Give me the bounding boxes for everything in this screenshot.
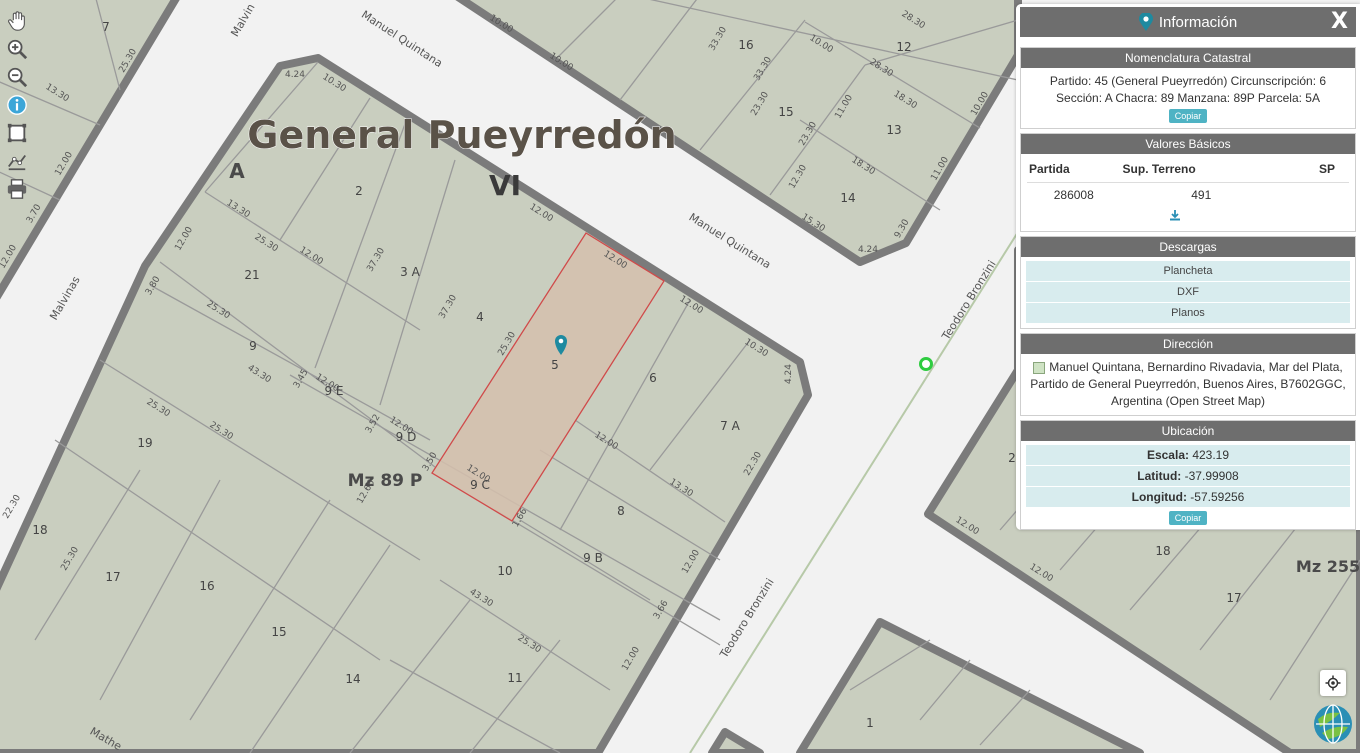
parcel-number: 9 bbox=[249, 339, 257, 353]
parcel-number: 19 bbox=[137, 436, 152, 450]
panel-header: Información X bbox=[1020, 7, 1356, 37]
zoom-out-icon[interactable] bbox=[4, 64, 30, 90]
map-thumbnail-icon bbox=[1033, 361, 1046, 374]
parcel-number: 5 bbox=[551, 358, 559, 372]
dimension-label: 4.24 bbox=[858, 245, 878, 255]
parcel-number: 2 bbox=[1008, 451, 1016, 465]
direccion-section: Dirección Manuel Quintana, Bernardino Ri… bbox=[1020, 333, 1356, 416]
info-panel: Información X Nomenclatura Catastral Par… bbox=[1016, 4, 1360, 530]
latitud-row: Latitud: -37.99908 bbox=[1026, 466, 1350, 487]
dimension-label: 4.24 bbox=[285, 70, 305, 80]
descargas-section: Descargas Plancheta DXF Planos bbox=[1020, 236, 1356, 329]
parcel-number: 8 bbox=[617, 504, 625, 518]
parcel-number: 21 bbox=[244, 268, 259, 282]
longitud-value: -57.59256 bbox=[1190, 490, 1245, 504]
copy-nomenclatura-button[interactable]: Copiar bbox=[1168, 109, 1208, 123]
city-name-label: General Pueyrredón bbox=[247, 113, 677, 157]
download-icon[interactable] bbox=[1121, 204, 1282, 226]
section-heading: Descargas bbox=[1021, 237, 1355, 257]
parcel-number: 1 bbox=[866, 716, 874, 730]
sp-value bbox=[1282, 183, 1349, 205]
parcel-number: 14 bbox=[345, 672, 360, 686]
parcel-number: 15 bbox=[271, 625, 286, 639]
print-icon[interactable] bbox=[4, 176, 30, 202]
download-plancheta-link[interactable]: Plancheta bbox=[1026, 261, 1350, 282]
zoom-in-icon[interactable] bbox=[4, 36, 30, 62]
latitud-value: -37.99908 bbox=[1184, 469, 1239, 483]
column-header-sp: SP bbox=[1281, 159, 1349, 183]
valores-table: Partida Sup. Terreno SP 286008 491 bbox=[1027, 159, 1349, 226]
copy-ubicacion-button[interactable]: Copiar bbox=[1168, 511, 1208, 525]
parcel-number: 7 bbox=[102, 20, 110, 34]
section-heading: Nomenclatura Catastral bbox=[1021, 48, 1355, 68]
parcel-number: 13 bbox=[886, 123, 901, 137]
parcel-number: 14 bbox=[840, 191, 855, 205]
parcel-number: 10 bbox=[497, 564, 512, 578]
column-header-partida: Partida bbox=[1027, 159, 1121, 183]
section-label: A bbox=[229, 159, 245, 183]
crosshair-icon bbox=[1325, 675, 1341, 691]
location-pin-icon bbox=[1138, 13, 1153, 31]
table-row bbox=[1027, 204, 1349, 226]
panel-title: Información bbox=[1158, 13, 1238, 31]
nomenclatura-text: Partido: 45 (General Pueyrredón) Circuns… bbox=[1049, 74, 1327, 105]
escala-label: Escala: bbox=[1146, 448, 1189, 462]
parcel-number: 12 bbox=[896, 40, 911, 54]
longitud-label: Longitud: bbox=[1131, 490, 1187, 504]
parcel-number: 18 bbox=[32, 523, 47, 537]
sup-value: 491 bbox=[1191, 188, 1212, 202]
nomenclatura-section: Nomenclatura Catastral Partido: 45 (Gene… bbox=[1020, 47, 1356, 129]
map-toolbar bbox=[4, 8, 30, 202]
parcel-number: 15 bbox=[778, 105, 793, 119]
column-header-sup: Sup. Terreno bbox=[1120, 159, 1282, 183]
parcel-number: 16 bbox=[199, 579, 214, 593]
locate-button[interactable] bbox=[1320, 670, 1346, 696]
section-heading: Ubicación bbox=[1021, 421, 1355, 441]
dimension-label: 4.24 bbox=[784, 364, 794, 384]
circ-label: VI bbox=[489, 169, 521, 202]
parcel-number: 3 A bbox=[400, 265, 420, 279]
parcel-number: 16 bbox=[738, 38, 753, 52]
download-planos-link[interactable]: Planos bbox=[1026, 303, 1350, 324]
download-dxf-link[interactable]: DXF bbox=[1026, 282, 1350, 303]
escala-value: 423.19 bbox=[1192, 448, 1230, 462]
parcel-number: 11 bbox=[507, 671, 522, 685]
longitud-row: Longitud: -57.59256 bbox=[1026, 487, 1350, 508]
close-button[interactable]: X bbox=[1331, 9, 1348, 34]
ubicacion-section: Ubicación Escala: 423.19 Latitud: -37.99… bbox=[1020, 420, 1356, 530]
parcel-number: 9 B bbox=[583, 551, 603, 565]
parcel-number: 2 bbox=[355, 184, 363, 198]
partida-value: 286008 bbox=[1053, 188, 1094, 202]
parcel-number: 6 bbox=[649, 371, 657, 385]
escala-row: Escala: 423.19 bbox=[1026, 445, 1350, 466]
table-row: 286008 491 bbox=[1027, 183, 1349, 205]
green-location-marker bbox=[919, 357, 933, 371]
section-heading: Valores Básicos bbox=[1021, 134, 1355, 154]
direccion-text: Manuel Quintana, Bernardino Rivadavia, M… bbox=[1030, 360, 1346, 408]
parcel-number: 17 bbox=[1226, 591, 1241, 605]
manzana-label: Mz 89 P bbox=[348, 471, 423, 491]
globe-logo-icon bbox=[1314, 704, 1352, 744]
parcel-number: 18 bbox=[1155, 544, 1170, 558]
valores-section: Valores Básicos Partida Sup. Terreno SP … bbox=[1020, 133, 1356, 232]
select-box-icon[interactable] bbox=[4, 120, 30, 146]
info-icon[interactable] bbox=[4, 92, 30, 118]
section-heading: Dirección bbox=[1021, 334, 1355, 354]
measure-icon[interactable] bbox=[4, 148, 30, 174]
manzana-255-label: Mz 255 bbox=[1296, 557, 1360, 576]
direccion-body: Manuel Quintana, Bernardino Rivadavia, M… bbox=[1021, 354, 1355, 415]
parcel-number: 17 bbox=[105, 570, 120, 584]
pan-hand-icon[interactable] bbox=[4, 8, 30, 34]
parcel-number: 7 A bbox=[720, 419, 740, 433]
latitud-label: Latitud: bbox=[1137, 469, 1182, 483]
parcel-number: 4 bbox=[476, 310, 484, 324]
